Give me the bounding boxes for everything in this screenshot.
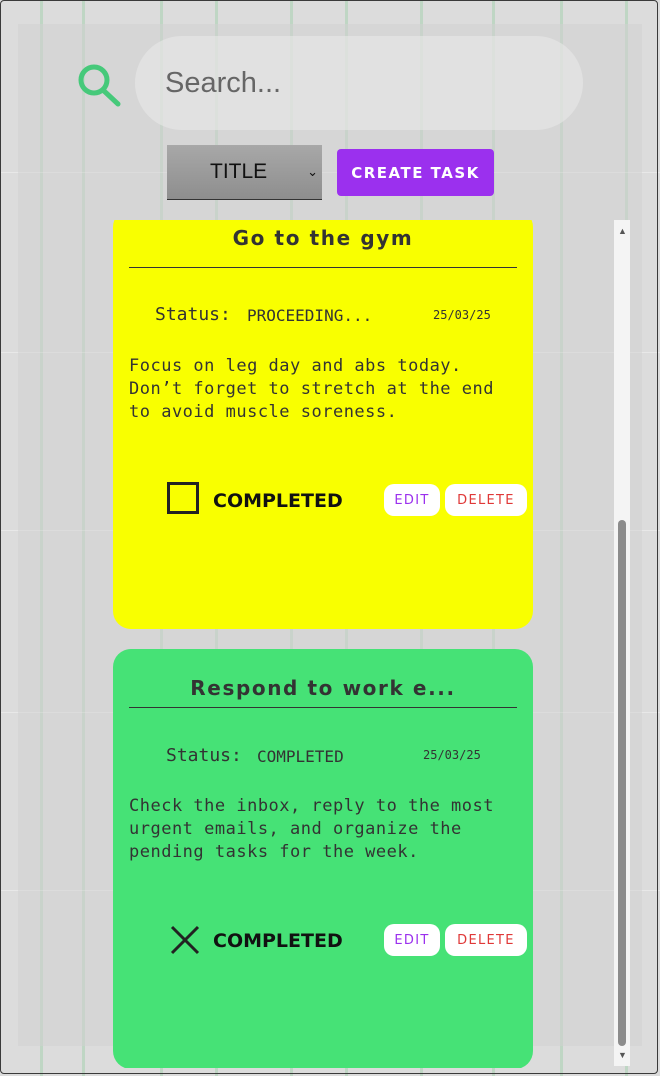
sort-select[interactable]: TITLE ⌄ [167,145,322,200]
title-divider [129,267,517,268]
status-label: Status: [166,745,242,766]
task-card: Go to the gym Status: PROCEEDING... 25/0… [113,220,533,629]
completed-checkbox[interactable] [167,482,199,514]
chevron-down-icon: ⌄ [307,164,318,179]
task-list[interactable]: Go to the gym Status: PROCEEDING... 25/0… [18,220,630,1068]
delete-button[interactable]: DELETE [445,484,527,516]
task-date: 25/03/25 [433,308,491,322]
sort-select-value: TITLE [210,160,268,183]
status-value: PROCEEDING... [247,306,373,325]
completed-label: COMPLETED [213,930,343,952]
scroll-up-arrow-icon[interactable]: ▲ [618,226,627,236]
edit-button[interactable]: EDIT [384,924,440,956]
task-description: Check the inbox, reply to the most urgen… [129,796,494,862]
scrollbar-thumb[interactable] [618,520,626,1046]
search-input[interactable] [135,36,583,130]
scroll-down-arrow-icon[interactable]: ▼ [618,1050,627,1060]
task-card: Respond to work e... Status: COMPLETED 2… [113,649,533,1068]
create-task-button[interactable]: CREATE TASK [337,149,494,196]
title-divider [129,707,517,708]
scrollbar[interactable]: ▲ ▼ [614,220,630,1066]
task-title: Respond to work e... [190,676,456,700]
completed-checkbox-checked-icon[interactable] [169,924,201,956]
status-value: COMPLETED [257,747,344,766]
completed-label: COMPLETED [213,490,343,512]
delete-button[interactable]: DELETE [445,924,527,956]
edit-button[interactable]: EDIT [384,484,440,516]
status-label: Status: [155,304,231,325]
task-description: Focus on leg day and abs today. Don’t fo… [129,356,494,422]
search-icon[interactable] [76,62,122,108]
task-date: 25/03/25 [423,748,481,762]
task-title: Go to the gym [232,226,414,250]
